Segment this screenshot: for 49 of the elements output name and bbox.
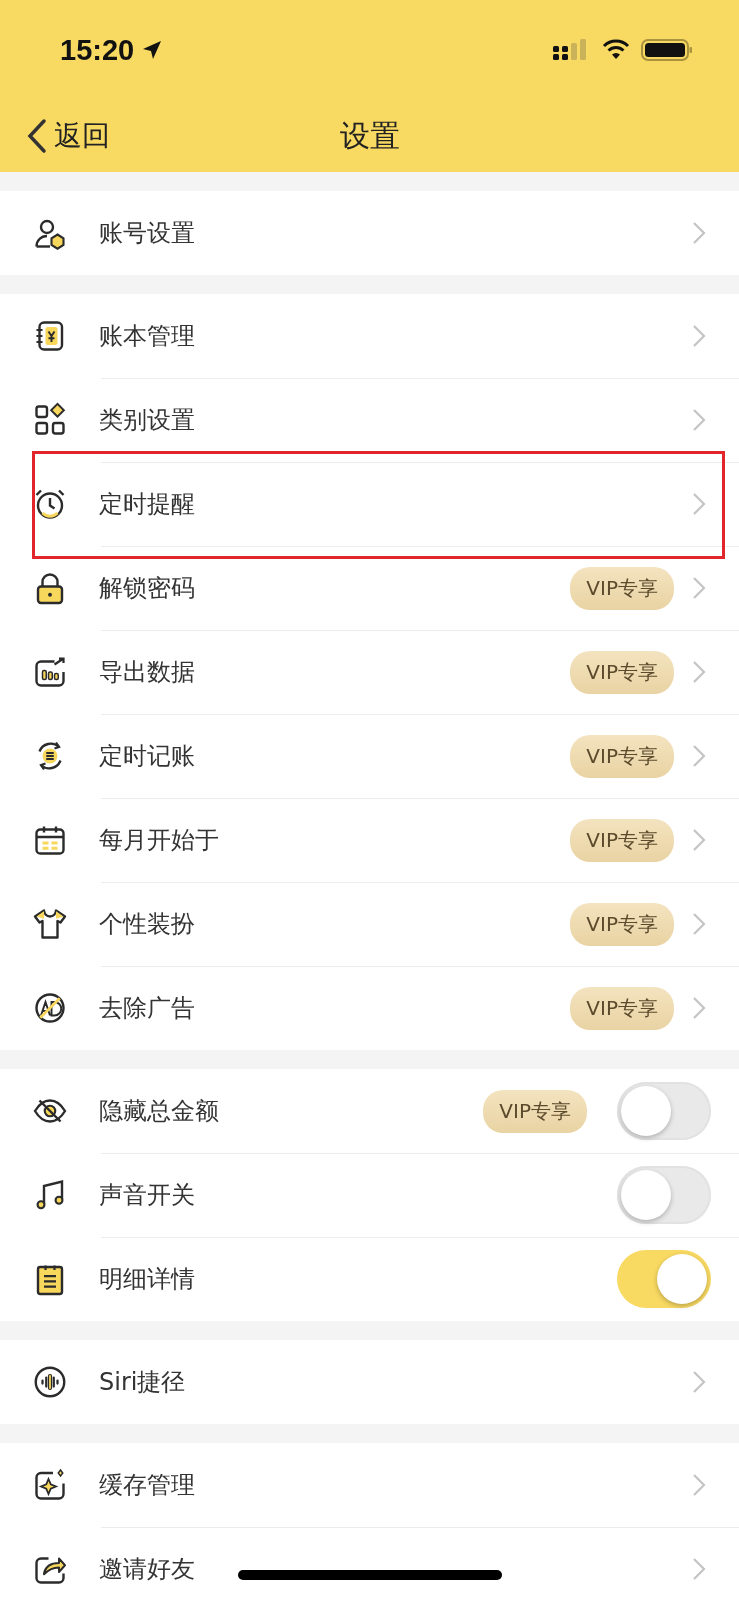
chevron-icon bbox=[692, 576, 706, 600]
setting-label[interactable]: 隐藏总金额 bbox=[99, 1095, 484, 1127]
chevron-icon bbox=[692, 1473, 706, 1497]
vip-badge: VIP专享 bbox=[570, 566, 674, 610]
toggle-switch[interactable] bbox=[617, 1166, 711, 1224]
chart-icon bbox=[32, 654, 68, 690]
vip-badge: VIP专享 bbox=[483, 1089, 587, 1133]
vip-badge: VIP专享 bbox=[570, 902, 674, 946]
signal-icon bbox=[553, 38, 589, 62]
chevron-icon bbox=[692, 660, 706, 684]
setting-label[interactable]: 解锁密码 bbox=[99, 572, 571, 604]
setting-label[interactable]: 声音开关 bbox=[99, 1179, 587, 1211]
chevron-icon bbox=[692, 744, 706, 768]
chevron-icon bbox=[692, 1557, 706, 1581]
page-title: 设置 bbox=[339, 117, 400, 155]
vip-badge: VIP专享 bbox=[570, 650, 674, 694]
setting-label[interactable]: 缓存管理 bbox=[99, 1469, 674, 1501]
vip-badge: VIP专享 bbox=[570, 986, 674, 1030]
setting-label[interactable]: 每月开始于 bbox=[99, 824, 571, 856]
setting-label[interactable]: 定时记账 bbox=[99, 740, 571, 772]
setting-label[interactable]: 个性装扮 bbox=[99, 908, 571, 940]
chevron-icon bbox=[692, 912, 706, 936]
setting-label[interactable]: 定时提醒 bbox=[99, 488, 674, 520]
chevron-icon bbox=[692, 492, 706, 516]
setting-label[interactable]: 邀请好友 bbox=[99, 1553, 674, 1585]
vip-badge: VIP专享 bbox=[570, 818, 674, 862]
sparkle-icon bbox=[32, 1467, 68, 1503]
prohibited-icon bbox=[32, 990, 68, 1026]
chevron-icon bbox=[692, 1370, 706, 1394]
shirt-icon bbox=[32, 906, 68, 942]
status-time: 15:20 bbox=[60, 33, 135, 67]
chevron-icon bbox=[692, 828, 706, 852]
back-button[interactable]: 返回 bbox=[26, 117, 110, 155]
chevron-icon bbox=[692, 408, 706, 432]
setting-label[interactable]: 明细详情 bbox=[99, 1263, 587, 1295]
chevron-icon bbox=[692, 221, 706, 245]
grid-icon bbox=[32, 402, 68, 438]
setting-label[interactable]: 账本管理 bbox=[99, 320, 674, 352]
setting-label[interactable]: 类别设置 bbox=[99, 404, 674, 436]
chevron-icon bbox=[692, 324, 706, 348]
sound-wave-icon bbox=[32, 1364, 68, 1400]
toggle-switch[interactable] bbox=[617, 1250, 711, 1308]
battery-icon bbox=[641, 38, 693, 62]
vip-badge: VIP专享 bbox=[570, 734, 674, 778]
setting-label[interactable]: 导出数据 bbox=[99, 656, 571, 688]
setting-label[interactable]: 去除广告 bbox=[99, 992, 571, 1024]
chevron-icon bbox=[692, 996, 706, 1020]
back-chevron-icon bbox=[26, 118, 48, 154]
toggle-switch[interactable] bbox=[617, 1082, 711, 1140]
